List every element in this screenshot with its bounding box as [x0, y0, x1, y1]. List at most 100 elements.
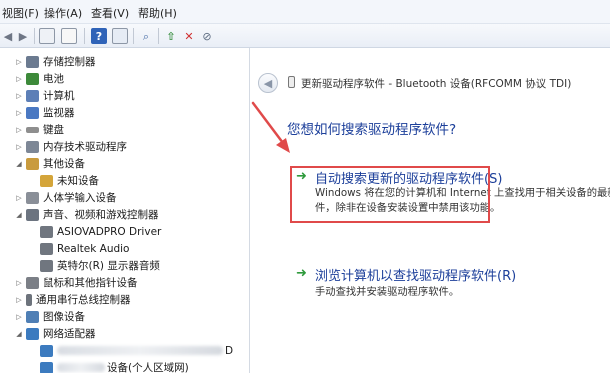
collapse-arrow-icon[interactable]: ◢ — [14, 211, 24, 219]
other-devices-icon — [26, 157, 39, 170]
unknown-device-icon — [40, 174, 53, 187]
back-arrow-icon: ◀ — [263, 76, 273, 90]
tree-item-hid[interactable]: ▷ 人体学输入设备 — [14, 189, 117, 206]
toolbar-separator — [84, 28, 85, 44]
toolbar-separator — [34, 28, 35, 44]
back-arrow-icon[interactable]: ◀ — [0, 28, 16, 44]
tree-item-keyboard[interactable]: ▷ 键盘 — [14, 121, 64, 138]
browse-desc: 手动查找并安装驱动程序软件。 — [315, 286, 460, 298]
expand-arrow-icon[interactable]: ▷ — [14, 126, 24, 134]
tree-item-computer[interactable]: ▷ 计算机 — [14, 87, 75, 104]
menu-view[interactable]: 查看(V) — [91, 5, 129, 21]
sound-icon — [26, 208, 39, 221]
computer-icon — [26, 89, 39, 102]
green-arrow-icon: ➜ — [296, 266, 307, 281]
tree-item-label: 监视器 — [43, 107, 75, 119]
speaker-icon — [40, 225, 53, 238]
tree-item-label: 存储控制器 — [43, 56, 96, 68]
tree-item-label: 图像设备 — [43, 311, 85, 323]
scan-hardware-icon[interactable]: ⌕ — [138, 28, 154, 44]
expand-arrow-icon[interactable]: ▷ — [14, 109, 24, 117]
dialog-question: 您想如何搜索驱动程序软件? — [287, 122, 457, 138]
redacted-text — [57, 363, 105, 372]
tree-item-label: 计算机 — [43, 90, 75, 102]
tree-item-sound[interactable]: ◢ 声音、视频和游戏控制器 — [14, 206, 159, 223]
expand-arrow-icon[interactable]: ▷ — [14, 279, 24, 287]
tree-item-label: 电池 — [43, 73, 64, 85]
expand-arrow-icon[interactable]: ▷ — [14, 58, 24, 66]
usb-icon — [26, 293, 32, 306]
mouse-icon — [26, 276, 39, 289]
menu-help[interactable]: 帮助(H) — [138, 5, 177, 21]
tree-item-battery[interactable]: ▷ 电池 — [14, 70, 64, 87]
battery-icon — [26, 72, 39, 85]
redacted-text — [57, 346, 223, 355]
tree-item-label: 设备(个人区域网) — [107, 362, 189, 373]
tree-item-network-adapter-1[interactable]: D — [28, 342, 233, 359]
expand-arrow-icon[interactable]: ▷ — [14, 143, 24, 151]
tree-item-label: 未知设备 — [57, 175, 99, 187]
menu-bar: 视图(F) 操作(A) 查看(V) 帮助(H) — [0, 0, 610, 24]
collapse-arrow-icon[interactable]: ◢ — [14, 160, 24, 168]
storage-icon — [26, 55, 39, 68]
toolbar-separator — [133, 28, 134, 44]
network-adapter-icon — [40, 361, 53, 373]
expand-arrow-icon[interactable]: ▷ — [14, 75, 24, 83]
tree-item-asiovadpro[interactable]: ASIOVADPRO Driver — [28, 223, 161, 240]
tree-item-label: 通用串行总线控制器 — [36, 294, 131, 306]
disable-icon[interactable]: ⊘ — [199, 28, 215, 44]
tree-item-intel-audio[interactable]: 英特尔(R) 显示器音频 — [28, 257, 160, 274]
tree-item-label: D — [225, 344, 234, 357]
expand-arrow-icon[interactable]: ▷ — [14, 296, 24, 304]
expand-arrow-icon[interactable]: ▷ — [14, 313, 24, 321]
expand-arrow-icon[interactable]: ▷ — [14, 92, 24, 100]
tree-item-imaging[interactable]: ▷ 图像设备 — [14, 308, 85, 325]
tree-item-label: ASIOVADPRO Driver — [57, 225, 162, 238]
tree-item-network-adapter-2[interactable]: 设备(个人区域网) — [28, 359, 189, 373]
tree-item-monitor[interactable]: ▷ 监视器 — [14, 104, 75, 121]
monitor-icon — [26, 106, 39, 119]
browse-title[interactable]: 浏览计算机以查找驱动程序软件(R) — [315, 265, 516, 284]
memory-icon — [26, 140, 39, 153]
forward-arrow-icon[interactable]: ▶ — [15, 28, 31, 44]
tree-item-label: 内存技术驱动程序 — [43, 141, 127, 153]
annotation-highlight-box — [290, 166, 490, 223]
menu-action[interactable]: 操作(A) — [44, 5, 82, 21]
help-icon[interactable]: ? — [91, 28, 107, 44]
tree-item-network[interactable]: ◢ 网络适配器 — [14, 325, 96, 342]
tree-item-label: 鼠标和其他指针设备 — [43, 277, 138, 289]
tree-item-label: 其他设备 — [43, 158, 85, 170]
toolbar-separator — [158, 28, 159, 44]
tree-item-label: 英特尔(R) 显示器音频 — [57, 260, 160, 272]
tree-item-other-devices[interactable]: ◢ 其他设备 — [14, 155, 85, 172]
tree-item-label: 键盘 — [43, 124, 64, 136]
collapse-arrow-icon[interactable]: ◢ — [14, 330, 24, 338]
properties-icon[interactable] — [39, 28, 55, 44]
uninstall-icon[interactable]: ✕ — [181, 28, 197, 44]
back-button[interactable]: ◀ — [258, 73, 278, 93]
dialog-title: 更新驱动程序软件 - Bluetooth 设备(RFCOMM 协议 TDI) — [301, 78, 572, 90]
tree-item-label: 网络适配器 — [43, 328, 96, 340]
tree-item-label: Realtek Audio — [57, 242, 130, 255]
tree-item-unknown-device[interactable]: 未知设备 — [28, 172, 99, 189]
speaker-icon — [40, 259, 53, 272]
tree-item-usb[interactable]: ▷ 通用串行总线控制器 — [14, 291, 131, 308]
tree-item-mouse[interactable]: ▷ 鼠标和其他指针设备 — [14, 274, 138, 291]
tree-item-storage[interactable]: ▷ 存储控制器 — [14, 53, 96, 70]
tree-item-memory[interactable]: ▷ 内存技术驱动程序 — [14, 138, 127, 155]
network-adapter-icon — [40, 344, 53, 357]
device-icon — [288, 76, 295, 88]
toolbar: ◀ ▶ ? ⌕ ⇧ ✕ ⊘ — [0, 24, 610, 48]
tree-item-label: 声音、视频和游戏控制器 — [43, 209, 159, 221]
menu-file[interactable]: 视图(F) — [2, 5, 39, 21]
expand-arrow-icon[interactable]: ▷ — [14, 194, 24, 202]
console-icon[interactable] — [61, 28, 77, 44]
hid-icon — [26, 191, 39, 204]
details-icon[interactable] — [112, 28, 128, 44]
update-driver-icon[interactable]: ⇧ — [163, 28, 179, 44]
keyboard-icon — [26, 126, 39, 133]
network-icon — [26, 327, 39, 340]
device-tree: ▷ 存储控制器 ▷ 电池 ▷ 计算机 ▷ 监视器 ▷ 键盘 ▷ 内存技术驱动程序… — [0, 48, 248, 373]
tree-item-realtek[interactable]: Realtek Audio — [28, 240, 129, 257]
update-driver-dialog: ◀ 更新驱动程序软件 - Bluetooth 设备(RFCOMM 协议 TDI)… — [249, 48, 610, 373]
